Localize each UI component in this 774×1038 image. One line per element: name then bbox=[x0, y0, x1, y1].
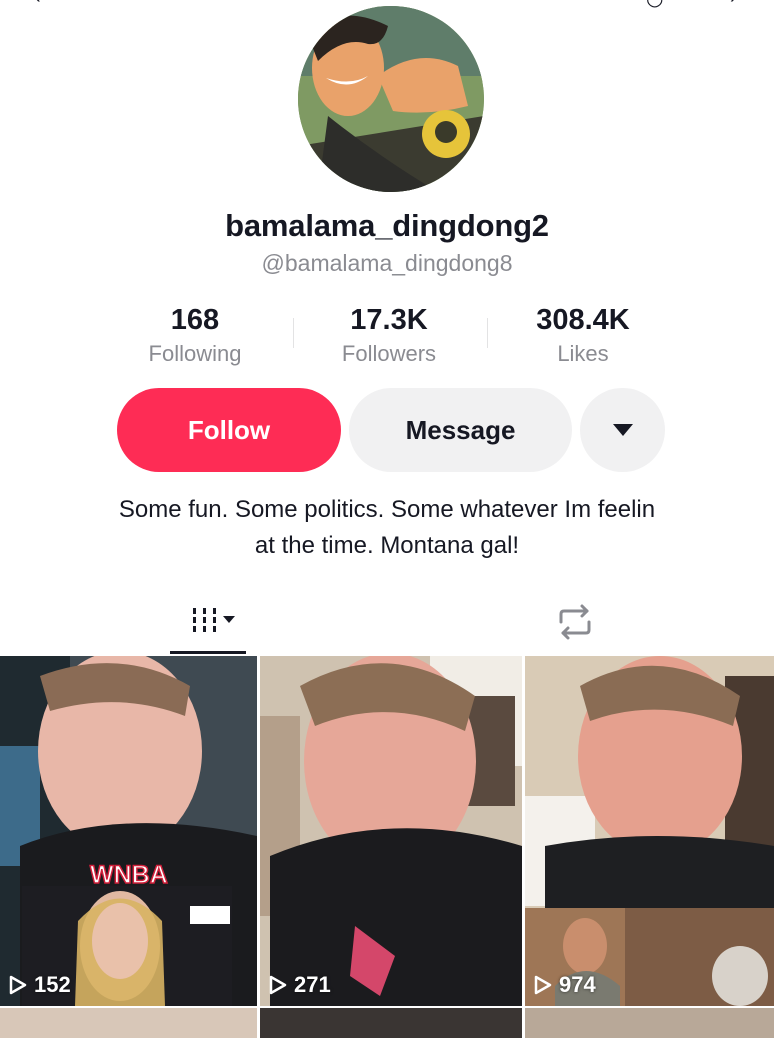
repost-icon bbox=[559, 604, 591, 640]
thumbnail-image bbox=[260, 656, 522, 1006]
message-button[interactable]: Message bbox=[349, 388, 572, 472]
profile-stats: 168 Following 17.3K Followers 308.4K Lik… bbox=[98, 300, 680, 370]
stat-label: Following bbox=[148, 341, 242, 366]
share-icon[interactable]: › bbox=[730, 0, 737, 9]
display-name: bamalama_dingdong2 bbox=[225, 208, 549, 243]
stat-label: Followers bbox=[341, 341, 437, 366]
view-count: 974 bbox=[533, 972, 596, 998]
view-count: 152 bbox=[8, 972, 71, 998]
back-icon[interactable]: ‹ bbox=[34, 0, 41, 9]
video-thumbnail[interactable]: 974 bbox=[525, 656, 774, 1006]
profile-avatar[interactable] bbox=[298, 6, 484, 192]
stat-value: 308.4K bbox=[536, 304, 630, 336]
thumbnail-image bbox=[525, 656, 774, 1006]
view-count-value: 271 bbox=[294, 972, 331, 997]
play-icon bbox=[9, 975, 27, 995]
active-tab-indicator bbox=[170, 651, 246, 654]
username-handle: @bamalama_dingdong8 bbox=[261, 250, 513, 276]
view-count-value: 974 bbox=[559, 972, 596, 997]
follow-button[interactable]: Follow bbox=[117, 388, 341, 472]
video-thumbnail[interactable] bbox=[260, 1008, 522, 1038]
videos-grid-icon bbox=[193, 608, 235, 632]
stat-followers[interactable]: 17.3K Followers bbox=[292, 300, 486, 368]
stat-label: Likes bbox=[557, 341, 609, 366]
video-thumbnail[interactable] bbox=[525, 1008, 774, 1038]
thumbnail-image bbox=[0, 656, 257, 1006]
video-thumbnail[interactable]: 271 bbox=[260, 656, 522, 1006]
view-count: 271 bbox=[268, 972, 331, 998]
profile-bio: Some fun. Some politics. Some whatever I… bbox=[60, 492, 714, 564]
video-grid: WNBA 152 271 974 bbox=[0, 656, 774, 1038]
stat-value: 168 bbox=[170, 304, 220, 336]
bio-line: at the time. Montana gal! bbox=[254, 532, 520, 559]
notification-icon[interactable]: ◡ bbox=[646, 0, 663, 11]
stat-likes[interactable]: 308.4K Likes bbox=[486, 300, 680, 368]
more-options-button[interactable] bbox=[580, 388, 665, 472]
bio-line: Some fun. Some politics. Some whatever I… bbox=[118, 496, 656, 523]
view-count-value: 152 bbox=[34, 972, 71, 997]
video-overlay-text: WNBA bbox=[89, 860, 168, 890]
tab-reposts[interactable] bbox=[510, 592, 640, 652]
play-icon bbox=[534, 975, 552, 995]
stat-value: 17.3K bbox=[350, 304, 428, 336]
video-thumbnail[interactable] bbox=[0, 1008, 257, 1038]
play-icon bbox=[269, 975, 287, 995]
video-thumbnail[interactable]: WNBA 152 bbox=[0, 656, 257, 1006]
tab-videos[interactable] bbox=[150, 592, 280, 652]
caret-down-icon bbox=[612, 424, 633, 436]
stat-following[interactable]: 168 Following bbox=[98, 300, 292, 368]
